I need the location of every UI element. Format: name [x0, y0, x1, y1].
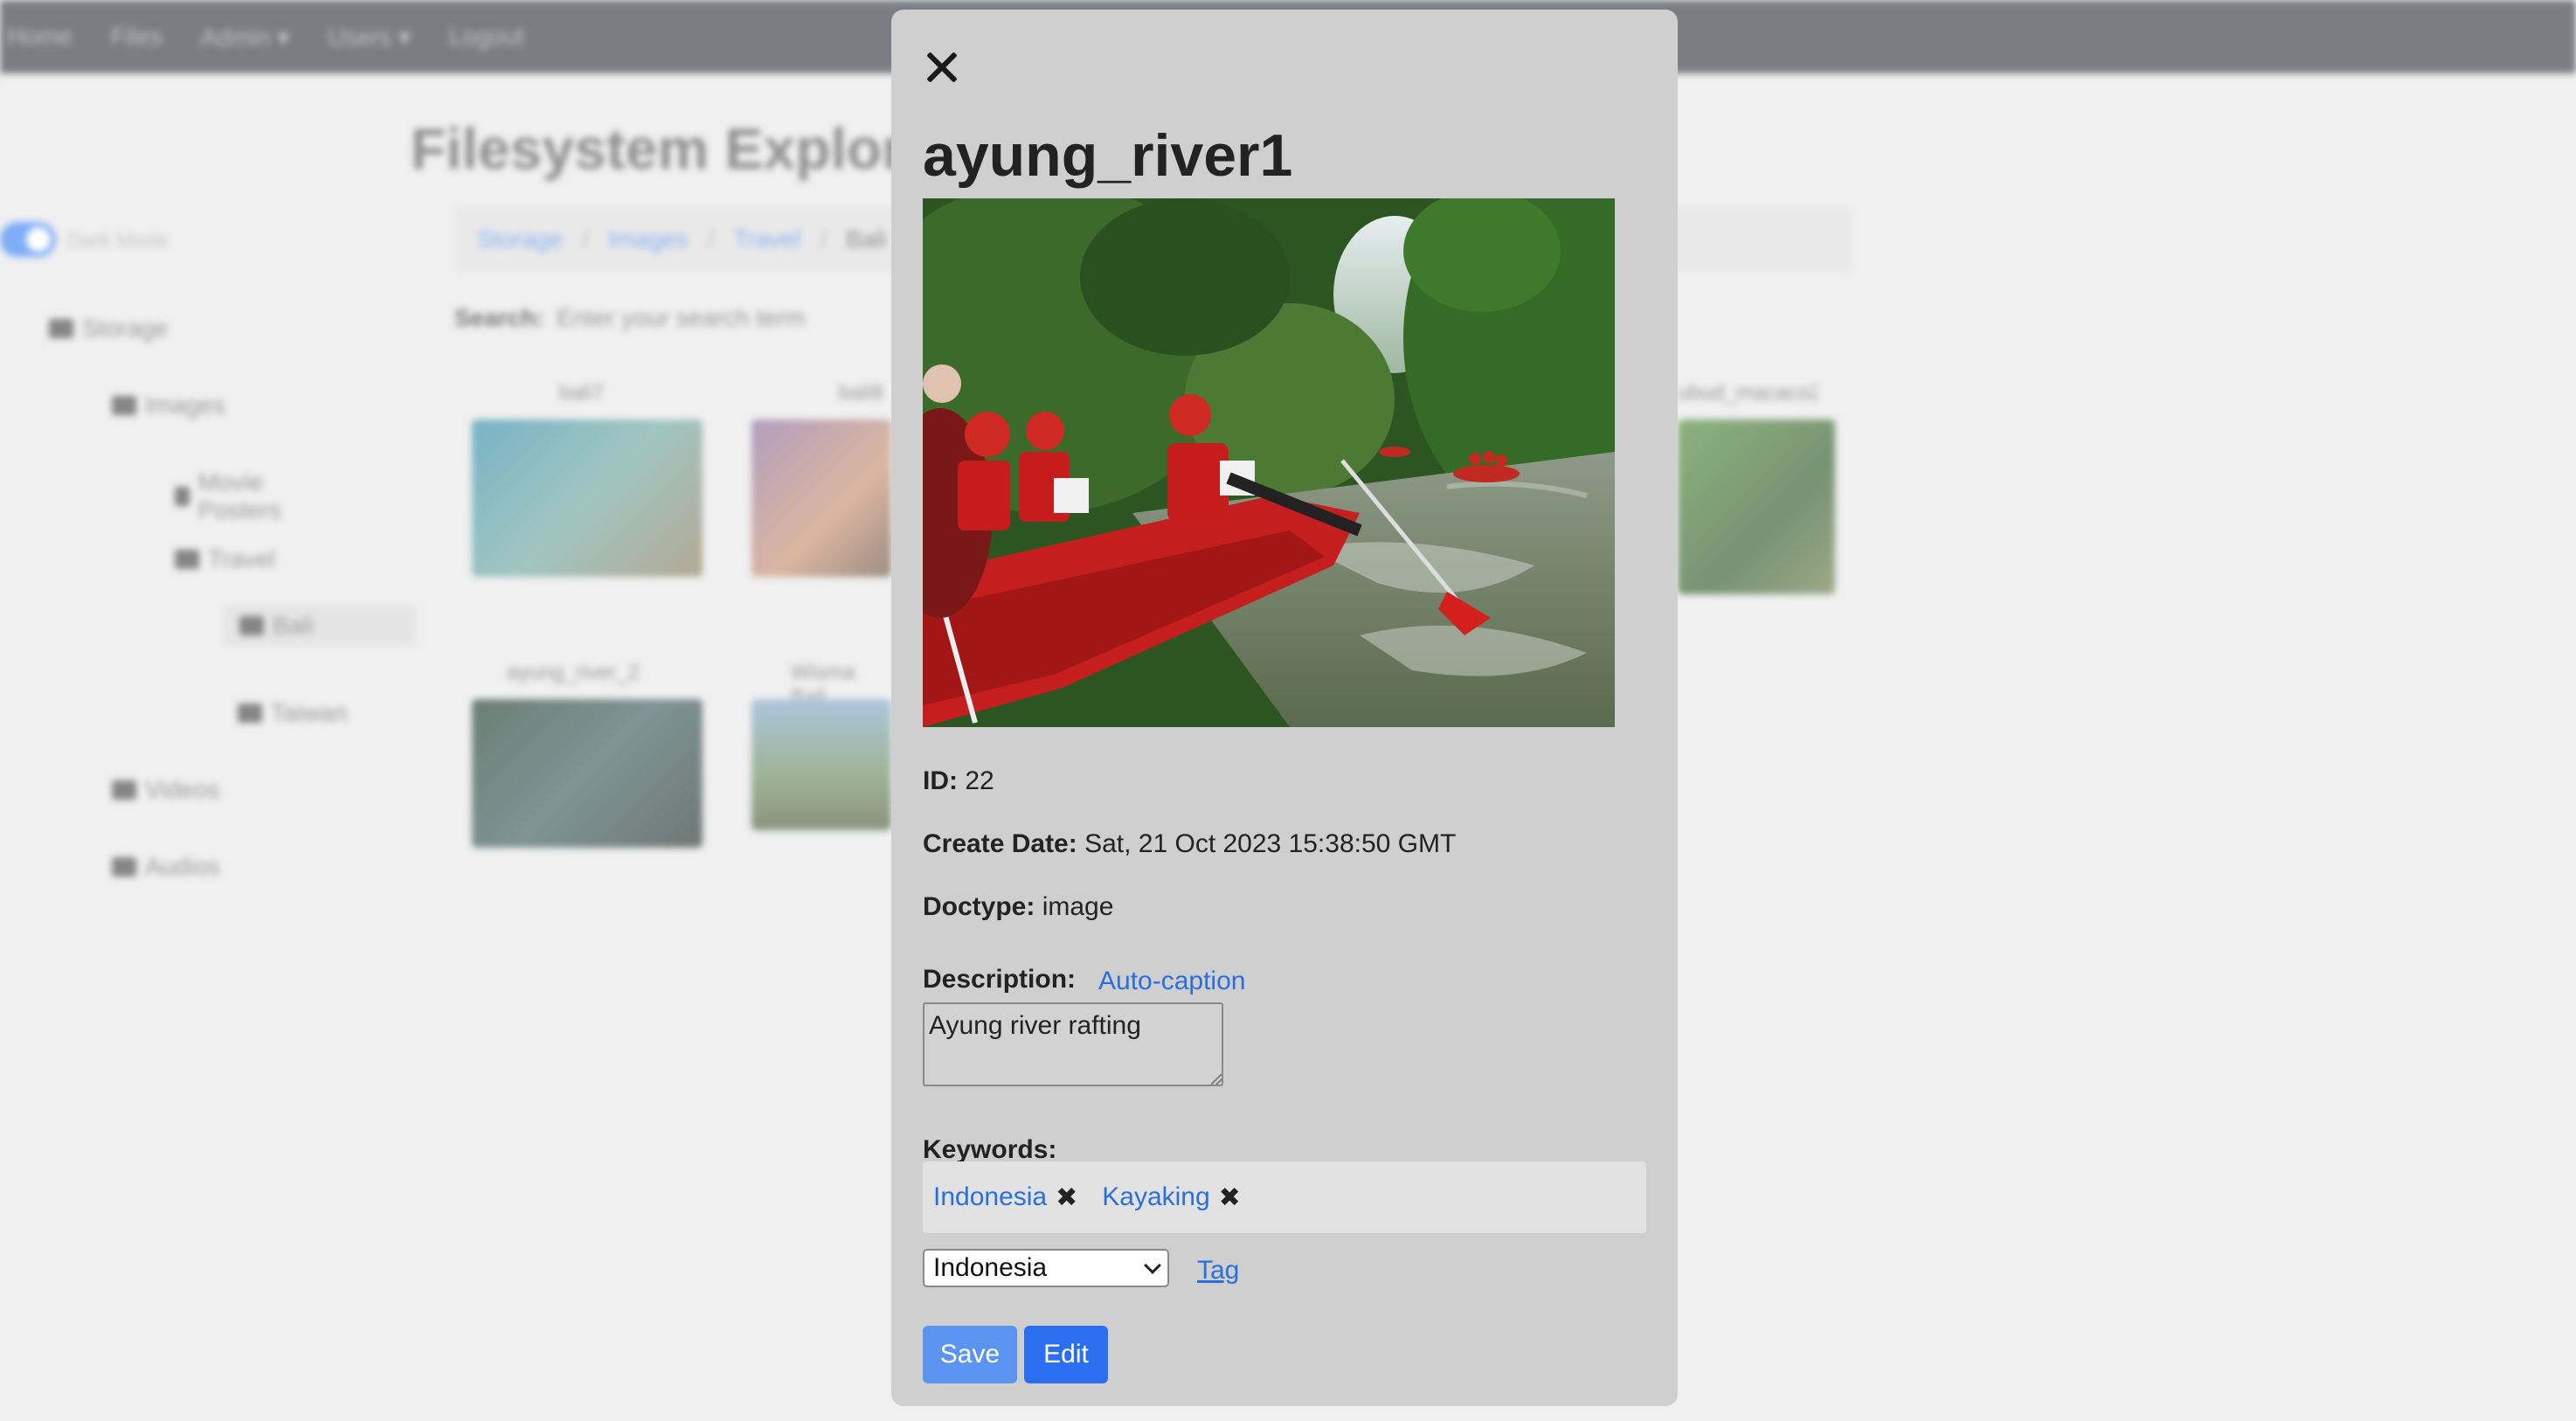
auto-caption-link[interactable]: Auto-caption [1098, 967, 1245, 996]
file-preview-image [923, 198, 1615, 727]
create-date-value: Sat, 21 Oct 2023 15:38:50 GMT [1084, 829, 1457, 858]
save-button[interactable]: Save [923, 1326, 1017, 1383]
create-date-field: Create Date: Sat, 21 Oct 2023 15:38:50 G… [923, 829, 1456, 859]
keyword-chip: Indonesia ✖ [933, 1182, 1077, 1213]
keyword-label[interactable]: Indonesia [933, 1182, 1047, 1212]
tag-link[interactable]: Tag [1197, 1256, 1239, 1286]
remove-keyword-icon[interactable]: ✖ [1056, 1182, 1077, 1213]
chevron-down-icon [1144, 1257, 1161, 1274]
doctype-value: image [1042, 892, 1114, 921]
file-detail-modal: ayung_river1 ID: 22 Create Date: Sat, 21… [891, 10, 1678, 1406]
id-field: ID: 22 [923, 766, 994, 796]
create-date-label: Create Date: [923, 829, 1077, 858]
keyword-chip: Kayaking ✖ [1102, 1182, 1241, 1213]
resize-grip-icon[interactable] [1211, 1074, 1222, 1085]
description-label: Description: [923, 965, 1077, 994]
keyword-select-value: Indonesia [933, 1253, 1048, 1282]
id-value: 22 [965, 766, 994, 795]
doctype-field: Doctype: image [923, 892, 1113, 922]
keyword-select[interactable]: Indonesia [923, 1249, 1169, 1287]
keyword-list: Indonesia ✖ Kayaking ✖ [923, 1161, 1646, 1233]
keyword-label[interactable]: Kayaking [1102, 1182, 1209, 1212]
close-icon[interactable] [923, 48, 961, 87]
edit-button[interactable]: Edit [1024, 1326, 1108, 1383]
description-textarea[interactable]: Ayung river rafting [923, 1002, 1223, 1086]
remove-keyword-icon[interactable]: ✖ [1219, 1182, 1241, 1213]
doctype-label: Doctype: [923, 892, 1035, 921]
modal-title: ayung_river1 [923, 122, 1293, 189]
id-label: ID: [923, 766, 958, 795]
keywords-label: Keywords: [923, 1135, 1057, 1164]
